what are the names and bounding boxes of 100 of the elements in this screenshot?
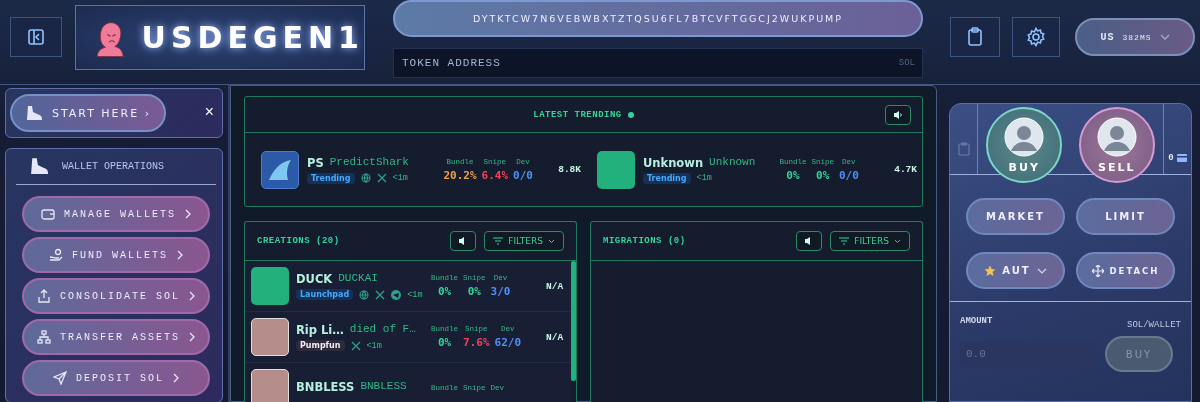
token-age: <1m	[407, 289, 423, 300]
logo-text: USDEGEN1	[141, 20, 364, 55]
avatar-icon	[1004, 116, 1045, 157]
amount-input[interactable]: 0.0	[960, 341, 1095, 367]
wallet-operation-button[interactable]: DEPOSIT SOL	[22, 360, 210, 396]
section-title: WALLET OPERATIONS	[62, 160, 165, 172]
token-name: Unknown	[709, 155, 756, 170]
token-name: died of F…	[349, 323, 416, 337]
hand-coins-icon	[49, 248, 63, 262]
clipboard-button[interactable]	[950, 17, 1000, 57]
tag: Pumpfun	[296, 340, 345, 351]
photo-placeholder	[251, 369, 289, 402]
region-selector[interactable]: US 382MS	[1075, 18, 1195, 56]
token-symbol: BNBLESS	[296, 379, 355, 394]
token-name: BNBLESS	[360, 379, 407, 394]
currency-label: SOL	[898, 58, 915, 68]
order-type-tab[interactable]: LIMIT	[1076, 198, 1175, 235]
tag: Trending	[643, 172, 691, 184]
filter-icon	[839, 237, 850, 245]
unit-label: SOL/WALLET	[1127, 320, 1181, 330]
settings-icon	[1026, 27, 1046, 47]
token-symbol: DUCK	[296, 272, 333, 286]
stat-value: 7.6%	[463, 336, 490, 349]
wallet-icon	[41, 207, 55, 221]
token-age: <1m	[392, 173, 408, 183]
chevron-down-icon	[1036, 267, 1047, 274]
telegram-icon[interactable]	[391, 289, 402, 300]
token-age: <1m	[696, 173, 712, 183]
speaker-icon	[893, 109, 903, 120]
detach-button[interactable]: DETACH	[1076, 252, 1175, 289]
settings-button[interactable]	[1012, 17, 1060, 57]
wallet-operation-button[interactable]: FUND WALLETS	[22, 237, 210, 273]
panel-title: LATEST TRENDING	[533, 109, 622, 120]
token-name: PredictShark	[329, 155, 409, 170]
token-age: <1m	[366, 340, 382, 351]
x-icon[interactable]	[350, 340, 361, 351]
collapse-sidebar-button[interactable]	[10, 17, 62, 57]
avatar-icon	[1096, 116, 1137, 157]
wallet-operation-button[interactable]: TRANSFER ASSETS	[22, 319, 210, 355]
tag: Trending	[307, 172, 355, 184]
send-icon	[53, 371, 67, 385]
card-icon	[1176, 154, 1187, 162]
filters-button[interactable]: FILTERS	[484, 231, 564, 251]
tag: Launchpad	[296, 289, 354, 300]
stat-value: 6.4%	[481, 168, 509, 182]
chevron-right-icon	[173, 373, 179, 383]
stat-value: 0%	[437, 336, 452, 349]
stat-value: 0%	[816, 168, 830, 182]
globe-icon[interactable]	[359, 289, 370, 300]
market-cap: 8.8K	[558, 164, 581, 175]
sound-button[interactable]	[796, 231, 823, 251]
sidebar-toggle-icon	[27, 28, 45, 46]
clipboard-icon	[966, 27, 984, 47]
start-here-button[interactable]: START HERE ›	[10, 94, 166, 132]
panel-title: MIGRATIONS (0)	[603, 236, 687, 246]
chevron-right-icon	[185, 209, 191, 219]
stat-value: 0/0	[838, 168, 859, 182]
token-symbol: Rip Li…	[296, 323, 344, 337]
token-symbol: Unknown	[643, 155, 704, 170]
stat-value: 0%	[786, 168, 800, 182]
x-icon[interactable]	[375, 289, 386, 300]
token-symbol: PS	[307, 155, 324, 170]
move-icon	[1091, 264, 1104, 277]
order-type-tab[interactable]: MARKET	[966, 198, 1065, 235]
sound-button[interactable]	[885, 104, 911, 125]
chevron-right-icon	[189, 291, 195, 301]
chevron-right-icon	[177, 250, 183, 260]
clipboard-icon[interactable]	[957, 142, 970, 156]
filters-button[interactable]: FILTERS	[830, 231, 910, 251]
market-cap: N/A	[546, 280, 564, 292]
token-logo	[597, 150, 635, 189]
panel-title: CREATIONS (20)	[257, 236, 341, 246]
contract-address-button[interactable]: DYTKTCW7N6VEBWBXTZTQSU6FL7BTCVFTGGCJ2WUKPUMP	[393, 0, 923, 37]
boot-icon	[24, 105, 43, 121]
wallet-operation-button[interactable]: CONSOLIDATE SOL	[22, 278, 210, 314]
stat-value: 0%	[467, 285, 481, 298]
close-button[interactable]: ×	[204, 104, 214, 122]
sound-button[interactable]	[450, 231, 477, 251]
stat-value: 20.2%	[443, 168, 477, 182]
scrollbar[interactable]	[571, 261, 576, 381]
stat-value: 0%	[437, 285, 452, 298]
sell-button[interactable]: SELL	[1078, 107, 1155, 183]
token-name: DUCKAI	[338, 272, 378, 286]
star-icon	[984, 264, 997, 277]
boot-icon	[28, 157, 50, 175]
network-icon	[37, 330, 51, 344]
stat-value: 3/0	[490, 285, 511, 298]
preset-dropdown[interactable]: AUT	[966, 252, 1065, 289]
wallet-operation-button[interactable]: MANAGE WALLETS	[22, 196, 210, 232]
x-icon[interactable]	[376, 173, 387, 183]
globe-icon[interactable]	[360, 173, 371, 183]
buy-button[interactable]: BUY	[986, 107, 1063, 183]
fin-icon	[267, 158, 293, 181]
market-cap: N/A	[546, 331, 564, 343]
wallet-count: 0	[1168, 153, 1174, 163]
photo-placeholder	[251, 318, 289, 356]
token-logo	[251, 267, 289, 305]
market-cap: 4.7K	[894, 164, 917, 175]
amount-label: AMOUNT	[960, 316, 993, 326]
chevron-down-icon	[894, 238, 901, 244]
